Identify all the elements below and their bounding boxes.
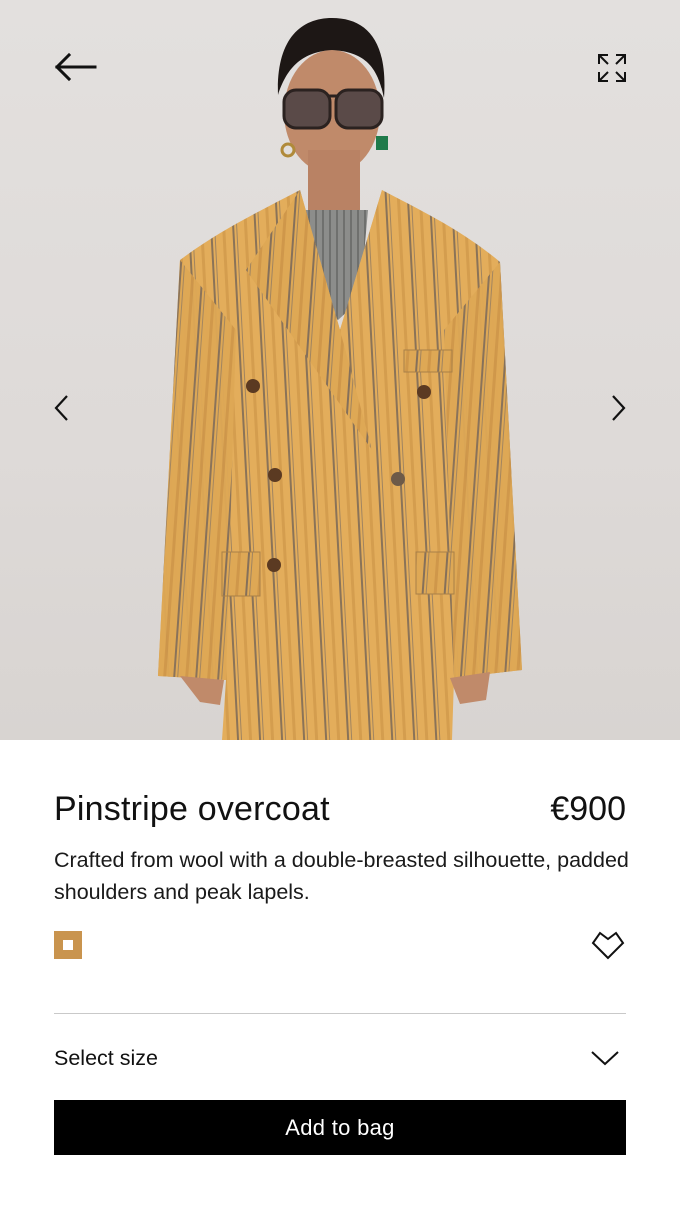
color-swatch[interactable]: [54, 931, 82, 959]
size-selector[interactable]: Select size: [54, 1036, 626, 1080]
product-detail-page: Pinstripe overcoat €900 Crafted from woo…: [0, 0, 680, 1209]
heart-icon: [591, 931, 625, 960]
chevron-right-icon: [612, 395, 626, 421]
wishlist-button[interactable]: [586, 927, 626, 963]
chevron-left-icon: [54, 395, 68, 421]
product-photo: [158, 18, 522, 740]
previous-image-button[interactable]: [42, 386, 82, 430]
divider: [54, 1013, 626, 1014]
add-to-bag-button[interactable]: Add to bag: [54, 1100, 626, 1155]
size-selector-label: Select size: [54, 1045, 158, 1070]
arrow-left-icon: [54, 52, 97, 82]
product-description: Crafted from wool with a double-breasted…: [54, 848, 629, 904]
expand-icon: [598, 54, 626, 82]
product-name: Pinstripe overcoat: [54, 789, 330, 828]
next-image-button[interactable]: [598, 386, 638, 430]
product-price: €900: [550, 789, 626, 828]
chevron-down-icon: [591, 1051, 619, 1066]
swatch-selected-indicator: [63, 940, 73, 950]
expand-image-button[interactable]: [590, 48, 634, 88]
back-button[interactable]: [48, 44, 102, 90]
product-image-carousel[interactable]: [0, 0, 680, 740]
product-header: Pinstripe overcoat €900: [54, 786, 626, 832]
color-and-wishlist-row: [54, 928, 626, 962]
